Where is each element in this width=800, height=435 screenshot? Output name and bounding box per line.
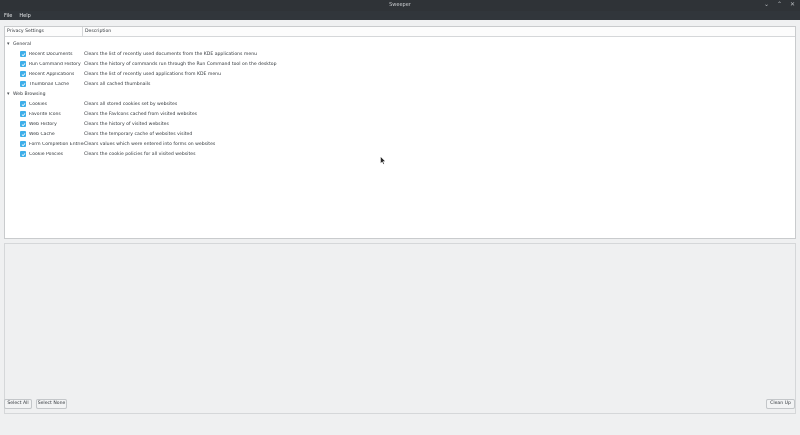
minimize-icon[interactable]: ⌄: [763, 1, 770, 8]
tree-item-name-cell: Cookies: [5, 101, 84, 107]
tree-item-row[interactable]: Cookie Policies Clears the cookie policie…: [5, 149, 795, 159]
output-panel: [4, 243, 796, 414]
tree-item-label: Thumbnail Cache: [29, 81, 70, 87]
tree-item-name-cell: Web Cache: [5, 131, 84, 137]
tree-item-label: Cookie Policies: [29, 151, 64, 157]
tree-item-description: Clears all stored cookies set by website…: [84, 101, 178, 107]
mouse-cursor-icon: [380, 156, 386, 165]
checkmark-icon: [21, 52, 25, 56]
tree-header: Privacy Settings Description: [5, 27, 795, 37]
tree-item-label: Form Completion Entries: [29, 141, 84, 147]
tree-item-description: Clears the list of recently used applica…: [84, 71, 221, 77]
tree-item-name-cell: Web History: [5, 121, 84, 127]
tree-item-description: Clears values which were entered into fo…: [84, 141, 216, 147]
title-bar: Sweeper ⌄ ⌃ ✕: [0, 0, 800, 11]
tree-item-row[interactable]: Thumbnail Cache Clears all cached thumbna…: [5, 79, 795, 89]
tree-item-row[interactable]: Web History Clears the history of visited…: [5, 119, 795, 129]
close-icon[interactable]: ✕: [789, 1, 796, 8]
tree-item-row[interactable]: Favorite Icons Clears the FavIcons cached…: [5, 109, 795, 119]
tree-item-row[interactable]: Run Command History Clears the history of…: [5, 59, 795, 69]
tree-item-description: Clears the history of commands run throu…: [84, 61, 277, 67]
tree-body: ▾ General Recent Documents Clears the list …: [5, 37, 795, 159]
tree-group-row[interactable]: ▾ Web Browsing: [5, 89, 795, 99]
checkmark-icon: [21, 112, 25, 116]
privacy-tree[interactable]: Privacy Settings Description ▾ General Rec…: [4, 26, 796, 239]
menu-file[interactable]: File: [4, 13, 12, 19]
tree-item-row[interactable]: Form Completion Entries Clears values whi…: [5, 139, 795, 149]
tree-item-description: Clears the cookie policies for all visit…: [84, 151, 196, 157]
select-all-button[interactable]: Select All: [4, 399, 32, 409]
tree-item-label: Run Command History: [29, 61, 81, 67]
tree-item-name-cell: Cookie Policies: [5, 151, 84, 157]
checkmark-icon: [21, 132, 25, 136]
maximize-icon[interactable]: ⌃: [776, 1, 783, 8]
tree-item-description: Clears all cached thumbnails: [84, 81, 151, 87]
checkmark-icon: [21, 152, 25, 156]
checkmark-icon: [21, 142, 25, 146]
column-header-description[interactable]: Description: [83, 27, 795, 36]
checkmark-icon: [21, 72, 25, 76]
checkmark-icon: [21, 102, 25, 106]
select-none-button[interactable]: Select None: [36, 399, 67, 409]
checkmark-icon: [21, 62, 25, 66]
tree-item-description: Clears the list of recently used documen…: [84, 51, 258, 57]
clean-up-button[interactable]: Clean Up: [766, 399, 795, 409]
checkmark-icon: [21, 82, 25, 86]
tree-item-row[interactable]: Cookies Clears all stored cookies set by …: [5, 99, 795, 109]
tree-group-label: General: [13, 41, 32, 47]
tree-item-label: Web History: [29, 121, 57, 127]
tree-item-description: Clears the history of visited websites: [84, 121, 169, 127]
tree-item-label: Recent Documents: [29, 51, 73, 57]
tree-group-row[interactable]: ▾ General: [5, 39, 795, 49]
tree-item-label: Web Cache: [29, 131, 55, 137]
tree-item-name-cell: Favorite Icons: [5, 111, 84, 117]
tree-item-row[interactable]: Recent Documents Clears the list of recen…: [5, 49, 795, 59]
main-content: Privacy Settings Description ▾ General Rec…: [0, 20, 800, 435]
tree-item-label: Recent Applications: [29, 71, 75, 77]
window-controls: ⌄ ⌃ ✕: [763, 1, 796, 8]
column-header-privacy-settings[interactable]: Privacy Settings: [5, 27, 83, 36]
tree-item-name-cell: Run Command History: [5, 61, 84, 67]
tree-item-label: Favorite Icons: [29, 111, 61, 117]
tree-item-description: Clears the temporary cache of websites v…: [84, 131, 193, 137]
checkmark-icon: [21, 122, 25, 126]
tree-item-row[interactable]: Recent Applications Clears the list of re…: [5, 69, 795, 79]
window-title: Sweeper: [389, 2, 411, 8]
tree-item-name-cell: Form Completion Entries: [5, 141, 84, 147]
tree-group-label: Web Browsing: [13, 91, 46, 97]
tree-item-name-cell: Recent Documents: [5, 51, 84, 57]
menu-help[interactable]: Help: [19, 13, 30, 19]
tree-item-description: Clears the FavIcons cached from visited …: [84, 111, 198, 117]
tree-item-name-cell: Recent Applications: [5, 71, 84, 77]
menu-bar: File Help: [0, 11, 800, 20]
tree-item-row[interactable]: Web Cache Clears the temporary cache of w…: [5, 129, 795, 139]
tree-item-name-cell: Thumbnail Cache: [5, 81, 84, 87]
tree-item-label: Cookies: [29, 101, 47, 107]
